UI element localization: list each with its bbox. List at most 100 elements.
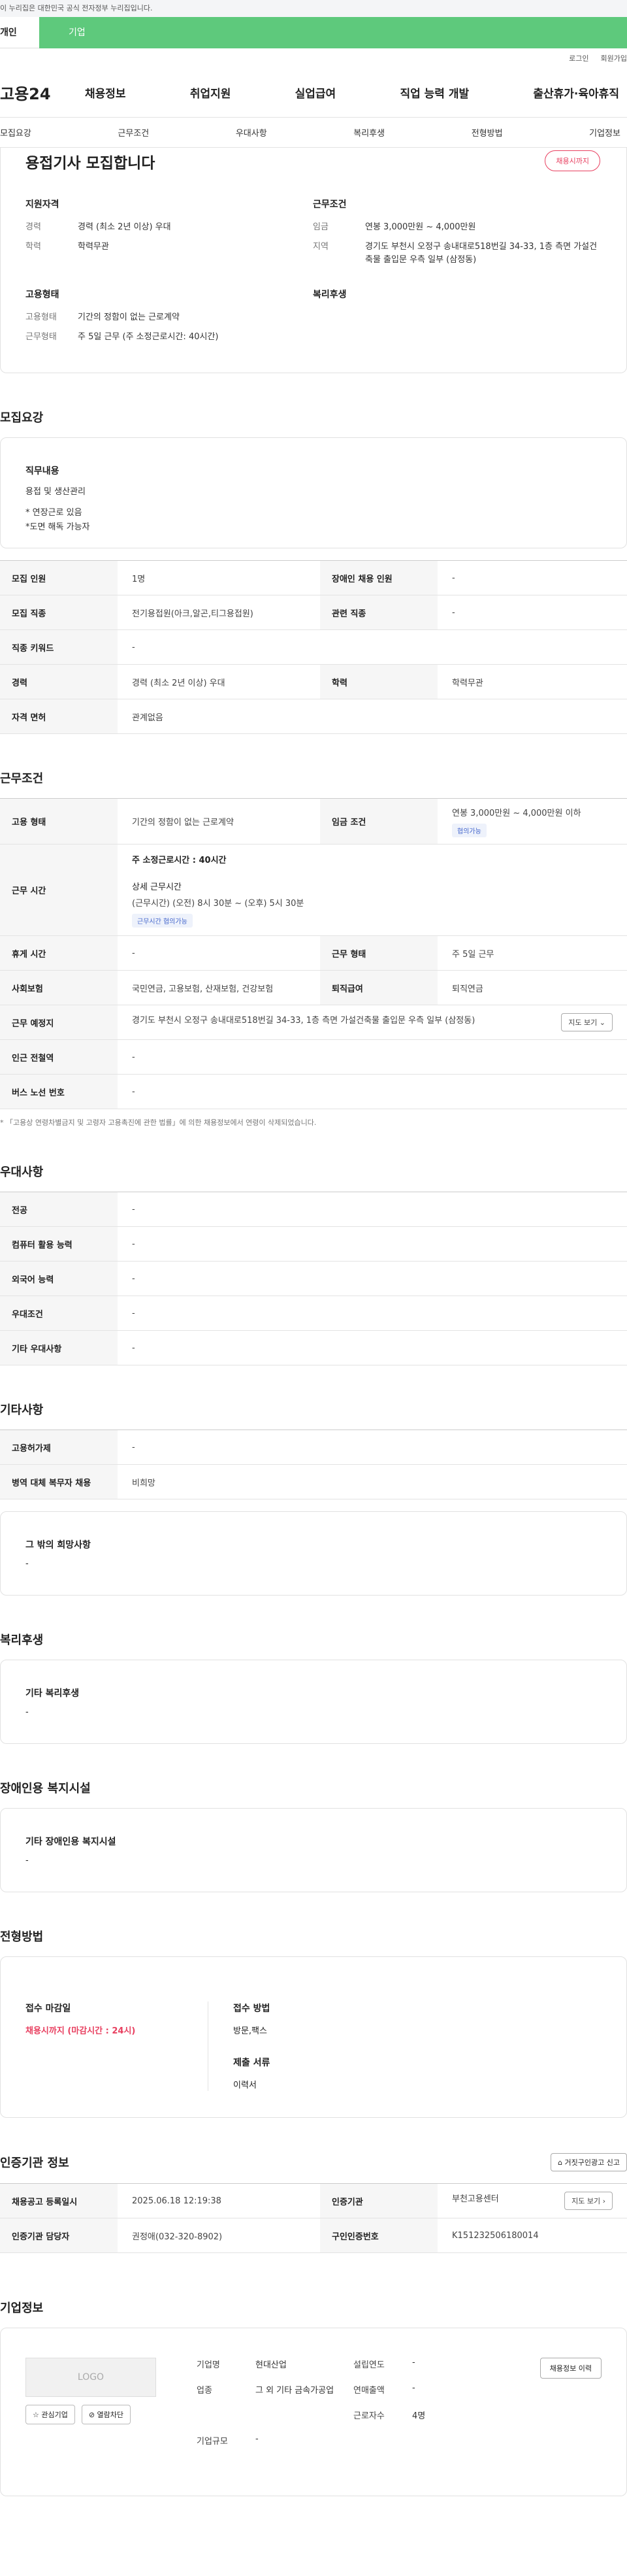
label: 버스 노선 번호 xyxy=(0,1074,118,1109)
label: 경력 xyxy=(0,664,118,699)
duty-line: 용접 및 생산관리 xyxy=(25,487,86,497)
site-logo[interactable]: 고용24 xyxy=(0,81,59,104)
block-view-button[interactable]: ⊘ 열람차단 xyxy=(81,2405,131,2424)
value: 연봉 3,000만원 ~ 4,000만원 xyxy=(365,222,476,232)
company-card: LOGO ☆ 관심기업 ⊘ 열람차단 기업명 현대산업 설립연도 - 업종 그 외 기타… xyxy=(0,2328,627,2496)
duty-card: 직무내용 용접 및 생산관리 * 연장근로 있음 *도면 해독 가능자 xyxy=(0,437,627,548)
gov-notice: 이 누리집은 대한민국 공식 전자정부 누리집입니다. xyxy=(0,0,627,17)
section-apply: 전형방법 xyxy=(0,1930,44,1944)
status-badge: 채용시까지 xyxy=(545,150,600,171)
value: 전기용접원(아크,알곤,티그용접원) xyxy=(118,595,320,630)
work-table: 고용 형태 기간의 정함이 없는 근로계약 임금 조건 연봉 3,000만원 ~ 4,… xyxy=(0,798,627,1109)
tag: 근무시간 협의가능 xyxy=(132,913,193,928)
label: 학력 xyxy=(25,242,41,252)
subtab-recruit[interactable]: 모집요강 xyxy=(0,126,31,139)
value: 기간의 정함이 없는 근로계약 xyxy=(118,798,320,845)
value: - xyxy=(118,1330,627,1365)
value: - xyxy=(118,1192,627,1227)
label: 인증기관 담당자 xyxy=(0,2218,118,2253)
value: 국민연금, 고용보험, 산재보험, 건강보험 xyxy=(118,970,320,1005)
section-work: 근무조건 xyxy=(0,772,44,786)
value: 기간의 정함이 없는 근로계약 xyxy=(78,312,180,322)
wage-cell: 연봉 3,000만원 ~ 4,000만원 이하 협의가능 xyxy=(438,798,627,845)
hours-cell: 주 소정근로시간 : 40시간 상세 근무시간 (근무시간) (오전) 8시 3… xyxy=(118,844,627,936)
job-title: 용접기사 모집합니다 xyxy=(25,155,155,172)
value: 주 5일 근무 xyxy=(438,935,627,971)
label: 채용공고 등록일시 xyxy=(0,2183,118,2218)
value: - xyxy=(118,1226,627,1262)
label: 기업규모 xyxy=(197,2437,228,2447)
label: 임금 xyxy=(313,222,329,232)
value: - xyxy=(438,595,627,630)
label: 컴퓨터 활용 능력 xyxy=(0,1226,118,1262)
value: - xyxy=(438,560,627,595)
value: 경력 (최소 2년 이상) 우대 xyxy=(118,664,320,699)
subtab-pref[interactable]: 우대사항 xyxy=(236,126,267,139)
subtab-work[interactable]: 근무조건 xyxy=(118,126,149,139)
label: 임금 조건 xyxy=(320,798,438,845)
signup-link[interactable]: 회원가입 xyxy=(601,53,627,63)
gnb-unemployment[interactable]: 실업급여 xyxy=(295,84,336,101)
value: 연봉 3,000만원 ~ 4,000만원 이하 xyxy=(452,808,581,818)
value: - xyxy=(118,1039,627,1075)
docs-value: 이력서 xyxy=(233,2081,257,2090)
value: - xyxy=(118,935,320,971)
gnb-employment-support[interactable]: 취업지원 xyxy=(190,84,231,101)
section-company: 기업정보 xyxy=(0,2301,44,2315)
value: 퇴직연금 xyxy=(438,970,627,1005)
job-history-button[interactable]: 채용정보 이력 xyxy=(539,2358,602,2379)
label: 근무형태 xyxy=(25,332,57,342)
method-value: 방문,팩스 xyxy=(233,2026,267,2036)
emp-heading: 고용형태 xyxy=(25,290,59,300)
tab-company[interactable]: 기업 xyxy=(39,17,627,48)
etc-table: 고용허가제 - 병역 대체 복무자 채용 비희망 xyxy=(0,1430,627,1499)
box-heading: 기타 복리후생 xyxy=(25,1688,80,1699)
section-disabled: 장애인용 복지시설 xyxy=(0,1782,91,1796)
recruit-table: 모집 인원 1명 장애인 채용 인원 - 모집 직종 전기용접원(아크,알곤,티그용접원… xyxy=(0,560,627,734)
subtab-apply[interactable]: 전형방법 xyxy=(472,126,503,139)
label: 인증기관 xyxy=(320,2183,438,2218)
label: 기업명 xyxy=(197,2360,220,2370)
report-fake-ad-button[interactable]: ⌂ 거짓구인광고 신고 xyxy=(551,2153,627,2171)
map-button[interactable]: 지도 보기 ⌄ xyxy=(561,1013,613,1031)
age-note: * 「고용상 연령차별금지 및 고령자 고용촉진에 관한 법률」에 의한 채용정… xyxy=(0,1118,317,1127)
label: 학력 xyxy=(320,664,438,699)
gnb-jobs[interactable]: 채용정보 xyxy=(85,84,126,101)
section-recruit: 모집요강 xyxy=(0,411,44,425)
box-heading: 그 밖의 희망사항 xyxy=(25,1540,91,1550)
box-value: - xyxy=(25,1856,29,1865)
label: 자격 면허 xyxy=(0,699,118,734)
section-agency: 인증기관 정보 xyxy=(0,2156,69,2170)
label: 근무 예정지 xyxy=(0,1005,118,1040)
hours-detail-heading: 상세 근무시간 xyxy=(132,882,182,892)
subtab-welfare[interactable]: 복리후생 xyxy=(353,126,385,139)
value: 권정애(032-320-8902) xyxy=(118,2218,320,2253)
docs-heading: 제출 서류 xyxy=(233,2058,270,2068)
hours-main: 주 소정근로시간 : 40시간 xyxy=(132,855,227,865)
favorite-company-button[interactable]: ☆ 관심기업 xyxy=(25,2405,75,2424)
tab-personal[interactable]: 개인 xyxy=(0,17,39,48)
gnb-training[interactable]: 직업 능력 개발 xyxy=(400,84,469,101)
value: - xyxy=(118,629,627,665)
value: 학력무관 xyxy=(438,664,627,699)
label: 근무 시간 xyxy=(0,844,118,936)
label: 구인인증번호 xyxy=(320,2218,438,2253)
value: 현대산업 xyxy=(255,2360,287,2370)
subtab-company[interactable]: 기업정보 xyxy=(589,126,620,139)
label: 퇴직급여 xyxy=(320,970,438,1005)
value: - xyxy=(118,1296,627,1331)
label: 경력 xyxy=(25,222,41,232)
work-heading: 근무조건 xyxy=(313,199,347,210)
label: 병역 대체 복무자 채용 xyxy=(0,1464,118,1499)
duty-line: *도면 해독 가능자 xyxy=(25,522,90,532)
label: 업종 xyxy=(197,2386,212,2396)
label: 사회보험 xyxy=(0,970,118,1005)
value: 관계없음 xyxy=(118,699,627,734)
login-link[interactable]: 로그인 xyxy=(569,53,588,63)
value: - xyxy=(118,1261,627,1296)
gnb-parental-leave[interactable]: 출산휴가·육아휴직 xyxy=(533,84,619,101)
agency-table: 채용공고 등록일시 2025.06.18 12:19:38 인증기관 부천고용센터 지도… xyxy=(0,2183,627,2253)
agency-map-button[interactable]: 지도 보기 › xyxy=(564,2192,613,2210)
deadline-value: 채용시까지 (마감시간 : 24시) xyxy=(25,2026,136,2036)
